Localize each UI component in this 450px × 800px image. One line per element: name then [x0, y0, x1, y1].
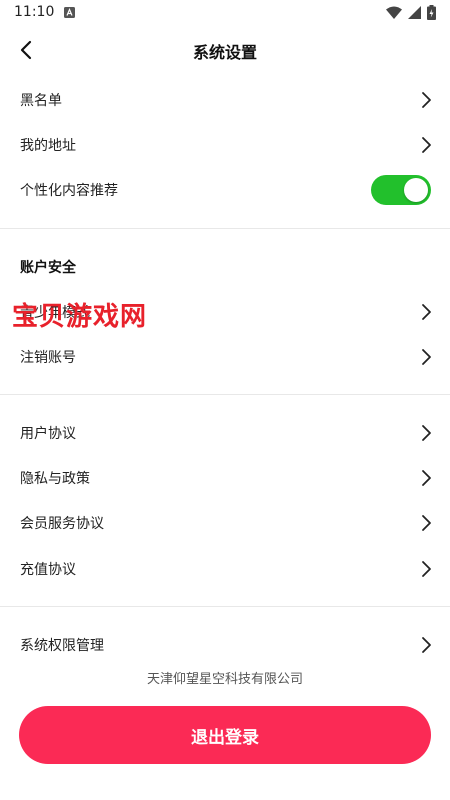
chevron-right-icon [422, 137, 431, 153]
settings-item-personalized: 个性化内容推荐 [0, 168, 450, 212]
wifi-icon [386, 6, 402, 19]
chevron-right-icon [422, 349, 431, 365]
personalized-toggle[interactable] [371, 175, 431, 205]
settings-item-label: 我的地址 [20, 138, 76, 154]
divider [0, 394, 450, 395]
settings-item-blacklist[interactable]: 黑名单 [0, 78, 450, 122]
signal-icon [408, 5, 421, 19]
watermark-text: 宝贝游戏网 [12, 302, 148, 332]
chevron-right-icon [422, 637, 431, 653]
company-name: 天津仰望星空科技有限公司 [146, 672, 303, 687]
divider [0, 606, 450, 607]
chevron-right-icon [422, 561, 431, 577]
settings-item-label: 用户协议 [20, 426, 76, 442]
settings-item-address[interactable]: 我的地址 [0, 123, 450, 167]
settings-item-label: 注销账号 [20, 350, 76, 366]
chevron-right-icon [422, 470, 431, 486]
toggle-knob [404, 178, 428, 202]
chevron-right-icon [422, 304, 431, 320]
notification-a-icon [64, 6, 76, 18]
settings-item-delete-account[interactable]: 注销账号 [0, 335, 450, 379]
page-title: 系统设置 [192, 43, 257, 62]
settings-item-member-agreement[interactable]: 会员服务协议 [0, 501, 450, 545]
logout-button[interactable]: 退出登录 [19, 706, 431, 764]
settings-item-label: 系统权限管理 [20, 638, 104, 654]
battery-icon [427, 4, 436, 20]
settings-item-user-agreement[interactable]: 用户协议 [0, 411, 450, 455]
settings-item-label: 个性化内容推荐 [20, 183, 118, 199]
status-bar: 11:10 [0, 0, 450, 24]
chevron-right-icon [422, 425, 431, 441]
status-left: 11:10 [14, 4, 76, 20]
section-title-account: 账户安全 [20, 260, 76, 276]
settings-item-privacy-policy[interactable]: 隐私与政策 [0, 456, 450, 500]
status-time: 11:10 [14, 4, 55, 20]
settings-item-label: 隐私与政策 [20, 471, 90, 487]
settings-item-permissions[interactable]: 系统权限管理 [0, 623, 450, 667]
divider [0, 228, 450, 229]
chevron-right-icon [422, 515, 431, 531]
settings-item-label: 会员服务协议 [20, 516, 104, 532]
settings-item-label: 充值协议 [20, 562, 76, 578]
settings-item-label: 黑名单 [20, 93, 62, 109]
header: 系统设置 [0, 28, 450, 72]
status-right [386, 4, 436, 20]
settings-item-recharge-agreement[interactable]: 充值协议 [0, 547, 450, 591]
chevron-right-icon [422, 92, 431, 108]
